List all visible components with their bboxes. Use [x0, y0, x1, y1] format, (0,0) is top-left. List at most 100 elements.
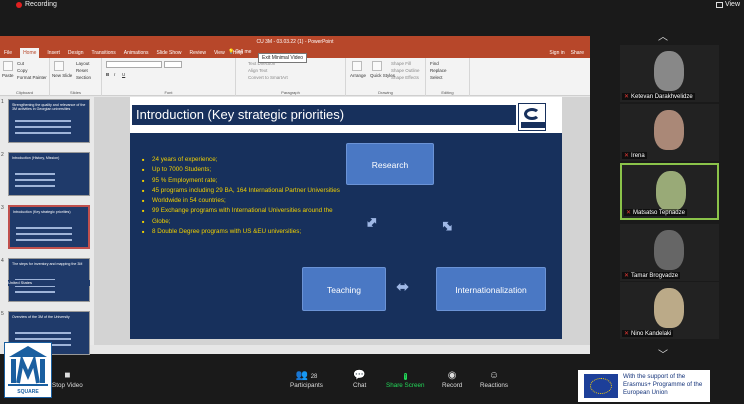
shape-effects-button[interactable]: Shape Effects [391, 75, 419, 80]
tab-home[interactable]: Home [20, 48, 40, 58]
shape-outline-button[interactable]: Shape Outline [391, 68, 420, 73]
copy-button[interactable]: Copy [17, 68, 28, 73]
cut-button[interactable]: Cut [17, 61, 24, 66]
group-label-slides: Slides [70, 90, 81, 95]
tab-animations[interactable]: Animations [124, 50, 149, 56]
participant-tile[interactable]: ✕ Nino Kandelaki [620, 282, 719, 339]
thumbnail-number: 3 [1, 205, 4, 211]
recording-dot-icon [16, 1, 22, 8]
participant-name: Irena [631, 152, 645, 159]
group-editing: Find Replace Select Editing [426, 58, 470, 96]
participant-video [656, 171, 686, 211]
select-button[interactable]: Select [430, 75, 443, 80]
new-slide-icon[interactable] [54, 61, 64, 71]
share-screen-label: Share Screen [386, 382, 425, 389]
align-text-button[interactable]: Align Text [248, 68, 267, 73]
thumbnail-number: 5 [1, 311, 4, 317]
arrange-button[interactable]: Arrange [350, 73, 366, 78]
square-project-logo: SQUARE [4, 342, 52, 398]
font-size-box[interactable] [164, 61, 182, 68]
thumbnail-text: Overview of the 3M of the University [12, 315, 70, 319]
layout-button[interactable]: Layout [76, 61, 90, 66]
slide-body: 24 years of experience;Up to 7000 Studen… [130, 133, 562, 339]
reset-button[interactable]: Reset [76, 68, 88, 73]
group-clipboard: Paste Cut Copy Format Painter Clipboard [0, 58, 50, 96]
format-painter-button[interactable]: Format Painter [17, 75, 47, 80]
slide-thumbnail[interactable]: Strengthening the quality and relevance … [8, 99, 90, 143]
stop-video-button[interactable]: ■ Stop Video [52, 370, 83, 389]
convert-smartart-button[interactable]: Convert to SmartArt [248, 75, 288, 80]
record-label: Record [442, 382, 463, 389]
participants-icon: 👥 28 [295, 370, 318, 381]
bullet-item: 99 Exchange programs with International … [142, 206, 392, 217]
recording-label: Recording [25, 1, 57, 8]
logo-c-icon [524, 108, 540, 120]
find-button[interactable]: Find [430, 61, 439, 66]
share-button[interactable]: Share [571, 48, 584, 58]
paste-icon[interactable] [3, 61, 13, 71]
tab-review[interactable]: Review [190, 50, 206, 56]
bold-button[interactable]: B [106, 72, 109, 77]
participant-name-tag: ✕ Matsatso Tepnadze [624, 209, 687, 216]
chat-button[interactable]: 💬 Chat [353, 370, 366, 389]
thumbnail-line [16, 239, 72, 241]
slide-thumbnails-pane: 1 Strengthening the quality and relevance… [0, 97, 94, 355]
paste-button[interactable]: Paste [2, 73, 14, 78]
font-name-box[interactable] [106, 61, 162, 68]
record-button[interactable]: ◉ Record [442, 370, 462, 389]
tell-me-search[interactable]: 💡 Tell me [228, 49, 251, 55]
share-screen-button[interactable]: ↑ Share Screen [386, 370, 425, 389]
underline-button[interactable]: U [122, 72, 125, 77]
tab-slide-show[interactable]: Slide Show [157, 50, 182, 56]
scroll-up-chevron-icon[interactable]: ︿ [658, 28, 668, 43]
group-paragraph: Text Direction Align Text Convert to Sma… [236, 58, 346, 96]
tab-view[interactable]: View [214, 50, 225, 56]
arrange-icon[interactable] [352, 61, 362, 71]
thumbnail-line [16, 227, 72, 229]
participant-tile[interactable]: ✕ Irena [620, 104, 719, 161]
thumbnail-text: The steps for inventory and mapping the … [12, 262, 83, 266]
group-drawing: Arrange Quick Styles Shape Fill Shape Ou… [346, 58, 426, 96]
group-label-font: Font [164, 90, 173, 95]
tab-transitions[interactable]: Transitions [92, 50, 116, 56]
group-label-drawing: Drawing [378, 90, 393, 95]
slide-thumbnail[interactable]: Introduction (History, Mission) [8, 152, 90, 196]
sign-in-link[interactable]: Sign in [549, 48, 564, 58]
section-button[interactable]: Section [76, 75, 91, 80]
replace-button[interactable]: Replace [430, 68, 447, 73]
thumbnail-line [15, 179, 55, 181]
thumbnail-partial[interactable]: United States [8, 280, 90, 286]
chat-label: Chat [353, 382, 367, 389]
italic-button[interactable]: I [114, 72, 115, 77]
new-slide-button[interactable]: New Slide [52, 73, 72, 78]
thumbnail-line [15, 185, 55, 187]
tab-insert[interactable]: Insert [47, 50, 60, 56]
participant-tile[interactable]: ✕ Matsatso Tepnadze [620, 163, 719, 220]
thumbnail-number: 4 [1, 258, 4, 264]
ppt-window-title: CU 3M - 03.03.22 (1) - PowerPoint [0, 36, 590, 48]
reactions-label: Reactions [480, 382, 509, 389]
scroll-down-chevron-icon[interactable]: ﹀ [658, 346, 668, 361]
slide-thumbnail[interactable]: Introduction (Key strategic priorities) [8, 205, 90, 249]
participant-tile[interactable]: ✕ Tamar Brogvadze [620, 224, 719, 281]
shape-fill-button[interactable]: Shape Fill [391, 61, 411, 66]
reactions-button[interactable]: ☺ Reactions [480, 370, 508, 389]
thumbnail-number: 1 [1, 99, 4, 105]
video-camera-icon: ■ [64, 370, 71, 381]
participant-tile[interactable]: ✕ Ketevan Darakhvelidze [620, 45, 719, 102]
thumbnail-line [15, 338, 71, 340]
participant-name: Nino Kandelaki [631, 330, 672, 337]
participant-video [654, 230, 684, 270]
quick-styles-icon[interactable] [372, 61, 382, 71]
participant-name: Matsatso Tepnadze [633, 209, 685, 216]
participants-label: Participants [290, 382, 323, 389]
participant-name-tag: ✕ Irena [622, 152, 647, 159]
tab-design[interactable]: Design [68, 50, 84, 56]
thumbnail-line [15, 120, 71, 122]
mic-muted-icon: ✕ [624, 331, 630, 337]
mic-muted-icon: ✕ [624, 153, 630, 159]
tab-file[interactable]: File [4, 50, 12, 56]
erasmus-banner: With the support of the Erasmus+ Program… [578, 370, 710, 402]
view-button[interactable]: View [715, 0, 740, 9]
participants-button[interactable]: 👥 28 Participants [290, 370, 323, 389]
